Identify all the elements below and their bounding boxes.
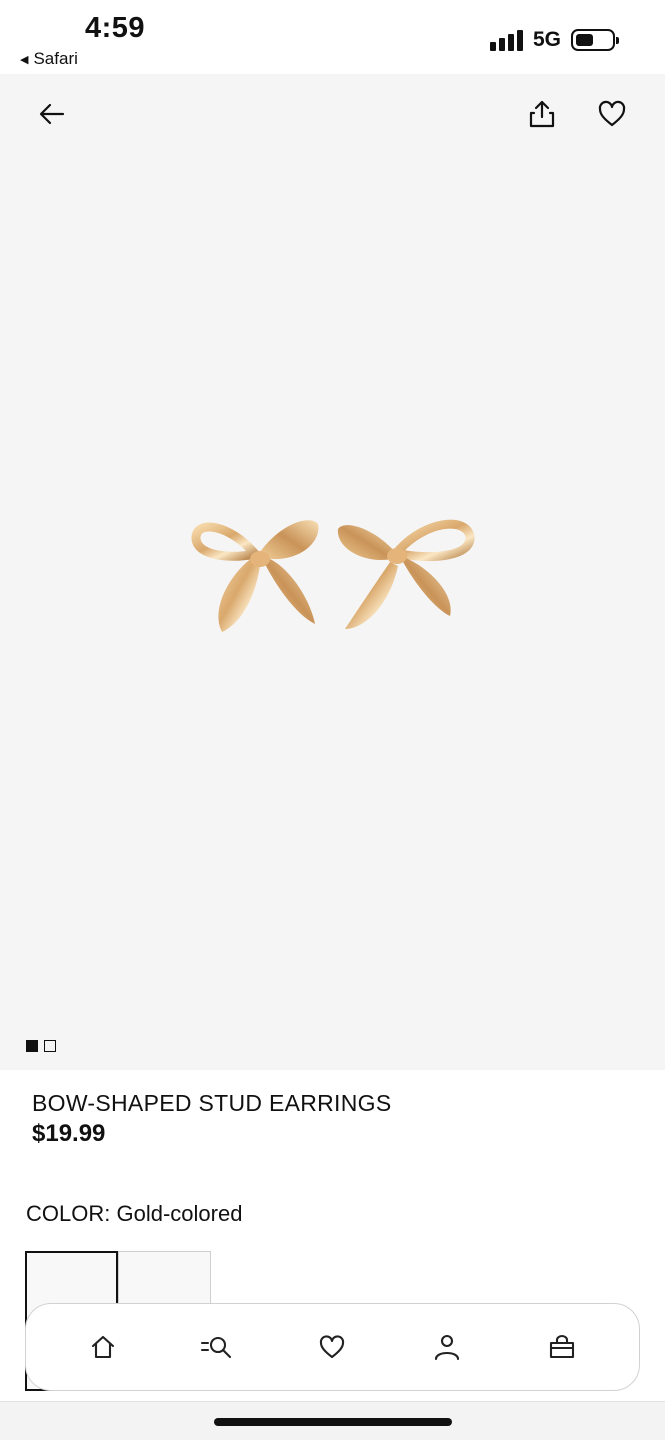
nav-account[interactable] [417, 1317, 477, 1377]
back-to-app[interactable]: ◀ Safari [20, 49, 78, 69]
heart-icon [320, 1335, 345, 1359]
back-button[interactable] [30, 92, 74, 136]
product-title: BOW-SHAPED STUD EARRINGS [32, 1090, 392, 1116]
product-gallery[interactable] [0, 74, 665, 1070]
pagination-dot[interactable] [44, 1040, 56, 1052]
bottom-nav [25, 1303, 640, 1391]
back-arrow-icon [39, 103, 65, 125]
favorite-button[interactable] [590, 92, 634, 136]
share-button[interactable] [520, 92, 564, 136]
bag-icon [549, 1335, 574, 1359]
nav-bag[interactable] [532, 1317, 592, 1377]
home-icon [92, 1335, 115, 1359]
product-image[interactable] [160, 504, 490, 654]
back-triangle-icon: ◀ [20, 53, 29, 66]
status-indicators: 5G [489, 28, 619, 52]
search-icon [200, 1336, 231, 1359]
status-time: 4:59 [85, 12, 146, 44]
status-bar: 4:59 ◀ Safari 5G [0, 0, 665, 74]
nav-home[interactable] [73, 1317, 133, 1377]
heart-icon [598, 100, 626, 127]
left-earring [191, 520, 319, 632]
home-indicator[interactable] [214, 1418, 452, 1426]
color-label: COLOR: [26, 1201, 111, 1226]
color-value: Gold-colored [116, 1201, 243, 1226]
color-row: COLOR: Gold-colored [26, 1201, 242, 1227]
pagination-dot-active[interactable] [26, 1040, 38, 1052]
signal-icon [489, 29, 523, 51]
nav-favorites[interactable] [302, 1317, 362, 1377]
nav-search[interactable] [188, 1317, 248, 1377]
right-earring [337, 519, 475, 629]
product-price: $19.99 [32, 1120, 106, 1147]
back-app-label: Safari [33, 49, 78, 68]
gallery-pagination [26, 1040, 56, 1052]
network-label: 5G [532, 28, 561, 51]
share-icon [529, 100, 555, 128]
battery-icon [571, 29, 619, 51]
account-icon [435, 1334, 460, 1361]
